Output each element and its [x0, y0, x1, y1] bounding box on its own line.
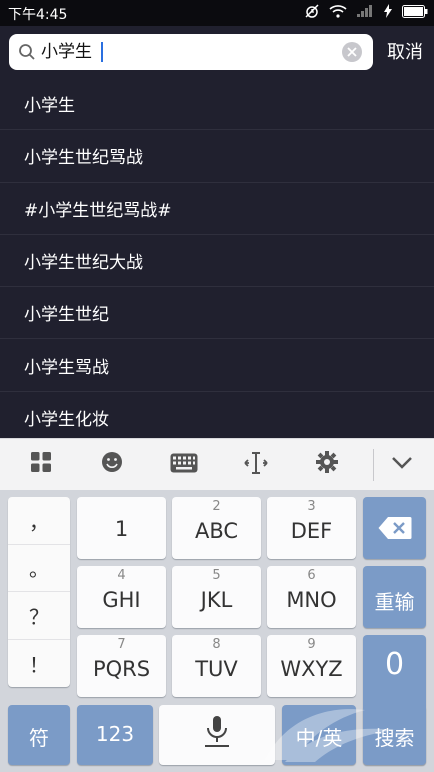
toolbar-divider	[373, 449, 374, 481]
symbol-button[interactable]: 符	[8, 705, 70, 765]
punct-key[interactable]: ，	[8, 497, 70, 545]
key-label: TUV	[195, 657, 238, 681]
emoji-icon[interactable]	[101, 451, 123, 473]
key-label: WXYZ	[280, 657, 343, 681]
microphone-icon	[205, 716, 229, 747]
search-bar: 小学生 取消	[0, 26, 434, 78]
status-icons	[304, 3, 428, 19]
key-number: 8	[212, 637, 221, 652]
search-icon	[19, 44, 35, 60]
key-label: JKL	[200, 588, 233, 612]
suggestion-item[interactable]: 小学生世纪大战	[0, 235, 434, 288]
text-caret	[101, 42, 103, 62]
key-number: 4	[117, 568, 126, 583]
chevron-down-icon[interactable]	[391, 455, 413, 471]
numbers-button[interactable]: 123	[77, 705, 153, 765]
gear-icon[interactable]	[316, 451, 338, 473]
suggestion-list: 小学生 小学生世纪骂战 #小学生世纪骂战# 小学生世纪大战 小学生世纪 小学生骂…	[0, 78, 434, 438]
key-label: PQRS	[92, 657, 151, 681]
key-label: GHI	[102, 588, 141, 612]
key-number: 3	[307, 499, 316, 514]
key-6-mno[interactable]: 6 MNO	[267, 566, 356, 628]
status-bar: 下午4:45	[0, 0, 434, 26]
key-1[interactable]: 1	[77, 497, 166, 559]
cancel-button[interactable]: 取消	[387, 38, 423, 64]
wifi-icon	[329, 5, 347, 18]
suggestion-item[interactable]: 小学生世纪	[0, 287, 434, 340]
suggestion-item[interactable]: 小学生骂战	[0, 339, 434, 392]
key-2-abc[interactable]: 2 ABC	[172, 497, 261, 559]
key-label: 1	[114, 517, 129, 541]
key-number: 6	[307, 568, 316, 583]
clear-icon[interactable]	[341, 41, 363, 63]
grid-icon[interactable]	[30, 451, 52, 473]
punctuation-column[interactable]: ， 。 ？ ！	[8, 497, 70, 687]
keyboard-icon[interactable]	[170, 453, 198, 473]
key-number: 7	[117, 637, 126, 652]
search-input[interactable]: 小学生	[41, 34, 92, 70]
key-number: 5	[212, 568, 221, 583]
key-5-jkl[interactable]: 5 JKL	[172, 566, 261, 628]
status-time: 下午4:45	[8, 7, 68, 23]
suggestion-item[interactable]: #小学生世纪骂战#	[0, 183, 434, 235]
key-label: 符	[29, 726, 49, 750]
key-3-def[interactable]: 3 DEF	[267, 497, 356, 559]
reenter-button[interactable]: 重输	[363, 566, 426, 628]
suggestion-item[interactable]: 小学生化妆	[0, 392, 434, 438]
key-label: ABC	[194, 519, 239, 543]
backspace-button[interactable]	[363, 497, 426, 559]
key-number: 9	[307, 637, 316, 652]
signal-icon	[357, 5, 372, 17]
charging-icon	[384, 4, 392, 18]
key-label: 重输	[374, 590, 415, 614]
key-label: 123	[95, 722, 135, 746]
punct-key[interactable]: ？	[8, 592, 70, 640]
key-label: MNO	[286, 588, 337, 612]
key-label: 0	[384, 647, 405, 682]
suggestion-item[interactable]: 小学生世纪骂战	[0, 130, 434, 183]
keyboard-toolbar	[0, 438, 434, 490]
key-9-wxyz[interactable]: 9 WXYZ	[267, 635, 356, 697]
suggestion-item[interactable]: 小学生	[0, 78, 434, 131]
key-4-ghi[interactable]: 4 GHI	[77, 566, 166, 628]
punct-key[interactable]: 。	[8, 545, 70, 592]
backspace-icon	[378, 517, 412, 539]
watermark-wing-icon	[265, 709, 395, 762]
key-8-tuv[interactable]: 8 TUV	[172, 635, 261, 697]
alarm-off-icon	[305, 4, 319, 18]
key-number: 2	[212, 499, 221, 514]
key-7-pqrs[interactable]: 7 PQRS	[77, 635, 166, 697]
battery-icon	[402, 4, 428, 18]
key-label: DEF	[290, 519, 333, 543]
punct-key[interactable]: ！	[8, 640, 70, 688]
cursor-move-icon[interactable]	[244, 451, 268, 475]
search-box[interactable]: 小学生	[9, 34, 373, 70]
